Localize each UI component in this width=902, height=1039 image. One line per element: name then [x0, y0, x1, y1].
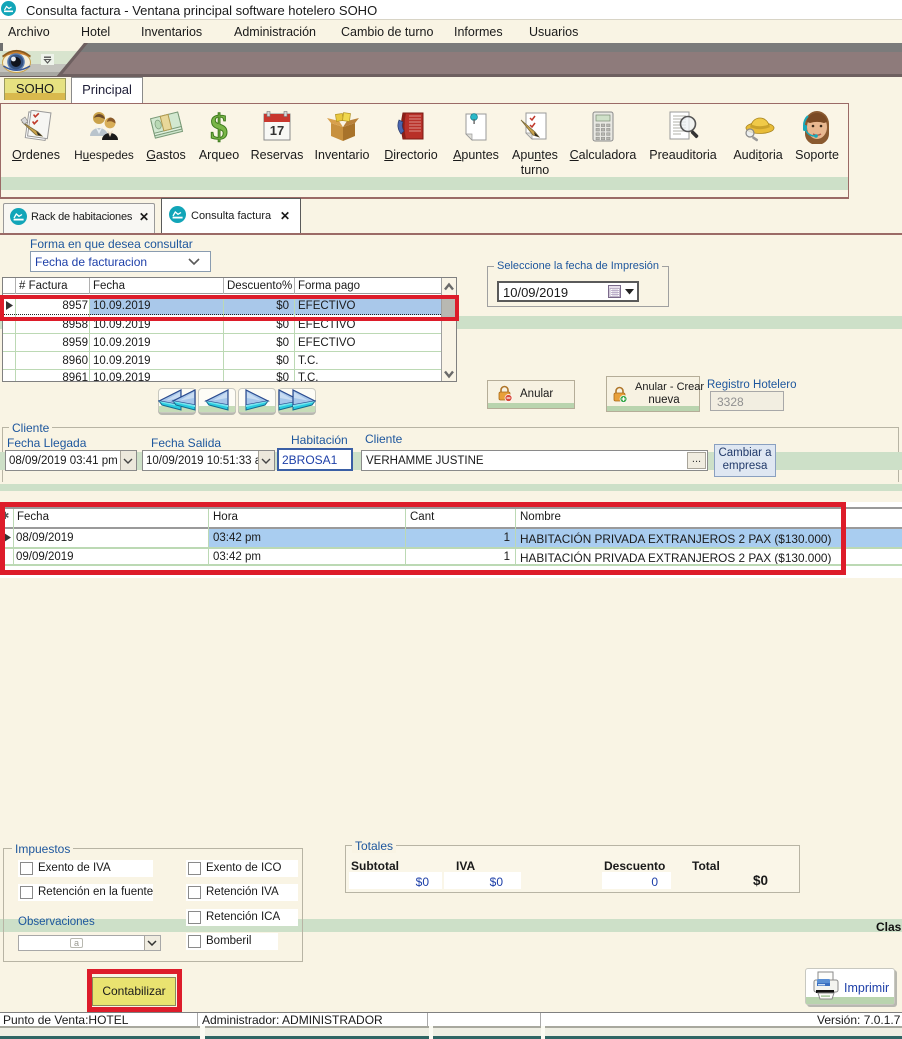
- svg-text:$: $: [210, 110, 228, 146]
- svg-text:17: 17: [270, 123, 284, 138]
